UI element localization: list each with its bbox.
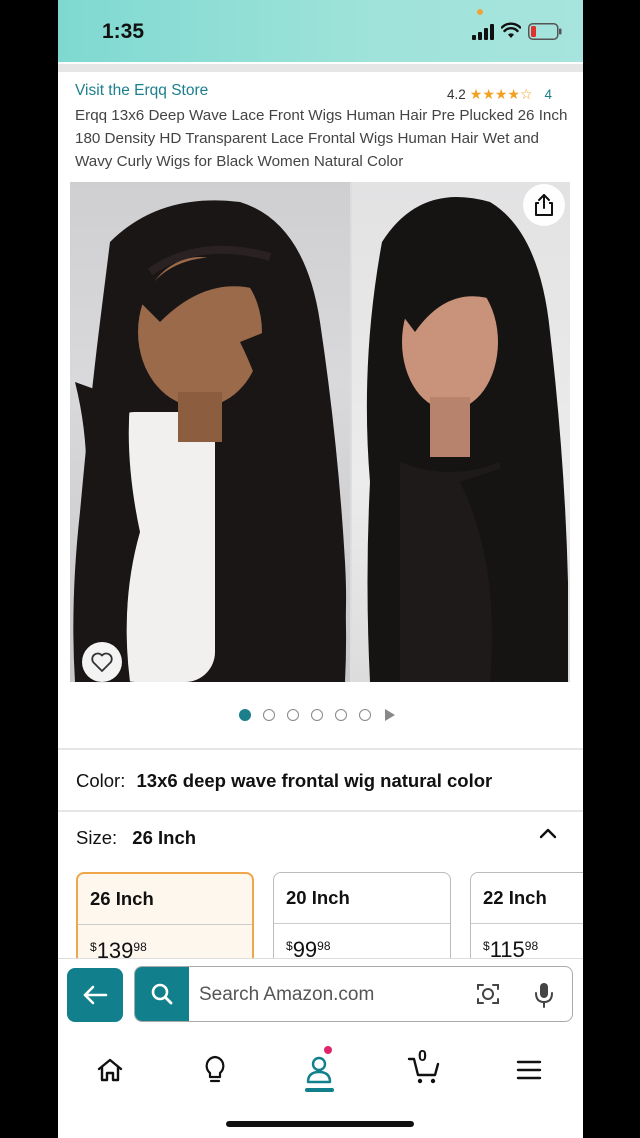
gallery-dot-4[interactable] [311,709,323,721]
home-indicator[interactable] [226,1121,414,1127]
menu-icon [516,1060,542,1080]
share-button[interactable] [523,184,565,226]
size-option-divider [274,923,450,924]
status-time: 1:35 [102,20,145,43]
mic-icon[interactable] [533,981,555,1009]
price-currency: $ [483,939,490,953]
gallery-dot-6[interactable] [359,709,371,721]
size-selection[interactable]: Size: 26 Inch [76,827,196,849]
color-value: 13x6 deep wave frontal wig natural color [136,770,493,791]
account-notification-dot [324,1046,332,1054]
color-selection: Color: 13x6 deep wave frontal wig natura… [76,770,492,792]
price-currency: $ [286,939,293,953]
rating-value: 4.2 [447,87,466,102]
size-option-name: 20 Inch [286,887,350,908]
status-bar: 1:35 [58,0,583,62]
section-divider [58,748,583,750]
size-label: Size: [76,827,118,848]
price-currency: $ [90,940,97,954]
camera-icon[interactable] [475,981,501,1007]
size-option-20-inch[interactable]: 20 Inch $9998 [273,872,451,972]
battery-icon [528,23,562,40]
wifi-icon [501,22,521,38]
heart-icon [91,652,113,672]
product-image-gallery[interactable] [70,182,570,682]
video-play-icon[interactable] [385,709,395,721]
rating-stars-icon: ★★★★☆ [469,86,533,102]
active-tab-indicator [305,1088,334,1092]
search-icon [151,983,173,1005]
account-icon [306,1056,332,1084]
chevron-up-icon[interactable] [538,826,558,840]
section-divider [58,810,583,812]
product-image-illustration [73,197,568,682]
back-button[interactable] [67,968,123,1022]
size-option-divider [471,923,583,924]
search-button[interactable] [135,967,189,1021]
search-input[interactable]: Search Amazon.com [199,984,374,1006]
size-option-divider [78,924,252,925]
gallery-pagination[interactable] [239,709,395,721]
gallery-dot-1[interactable] [239,709,251,721]
price-cents: 98 [133,940,147,954]
search-bar[interactable]: Search Amazon.com [134,966,573,1022]
wishlist-button[interactable] [82,642,122,682]
bulb-icon [205,1055,225,1083]
size-option-name: 26 Inch [90,888,154,909]
size-option-name: 22 Inch [483,887,547,908]
tab-home[interactable] [80,1046,140,1094]
size-value: 26 Inch [132,827,197,848]
tab-menu[interactable] [499,1046,559,1094]
phone-screen: 1:35 Visit the Erqq Store 4.2 ★★★★☆ 4 Er… [58,0,583,1138]
tab-account[interactable] [289,1046,349,1094]
price-cents: 98 [524,939,539,953]
share-icon [535,194,553,216]
color-label: Color: [76,770,126,791]
size-option-26-inch[interactable]: 26 Inch $13998 [76,872,254,972]
bottom-panel-border [58,958,583,959]
rating-summary[interactable]: 4.2 ★★★★☆ 4 [447,86,552,103]
header-divider [58,64,583,72]
gallery-dot-2[interactable] [263,709,275,721]
home-icon [97,1058,123,1082]
size-option-22-inch[interactable]: 22 Inch $11598 [470,872,583,972]
privacy-indicator-dot [477,9,483,15]
tab-inspire[interactable] [185,1046,245,1094]
cart-count-badge: 0 [418,1048,427,1065]
tab-cart[interactable]: 0 [394,1046,454,1094]
back-arrow-icon [83,985,108,1005]
visit-store-link[interactable]: Visit the Erqq Store [75,82,208,100]
gallery-dot-5[interactable] [335,709,347,721]
product-title: Erqq 13x6 Deep Wave Lace Front Wigs Huma… [75,107,568,170]
bottom-tab-bar: 0 [58,1040,583,1100]
rating-count: 4 [544,87,553,102]
cellular-signal-icon [472,24,494,40]
gallery-dot-3[interactable] [287,709,299,721]
price-cents: 98 [317,939,331,953]
